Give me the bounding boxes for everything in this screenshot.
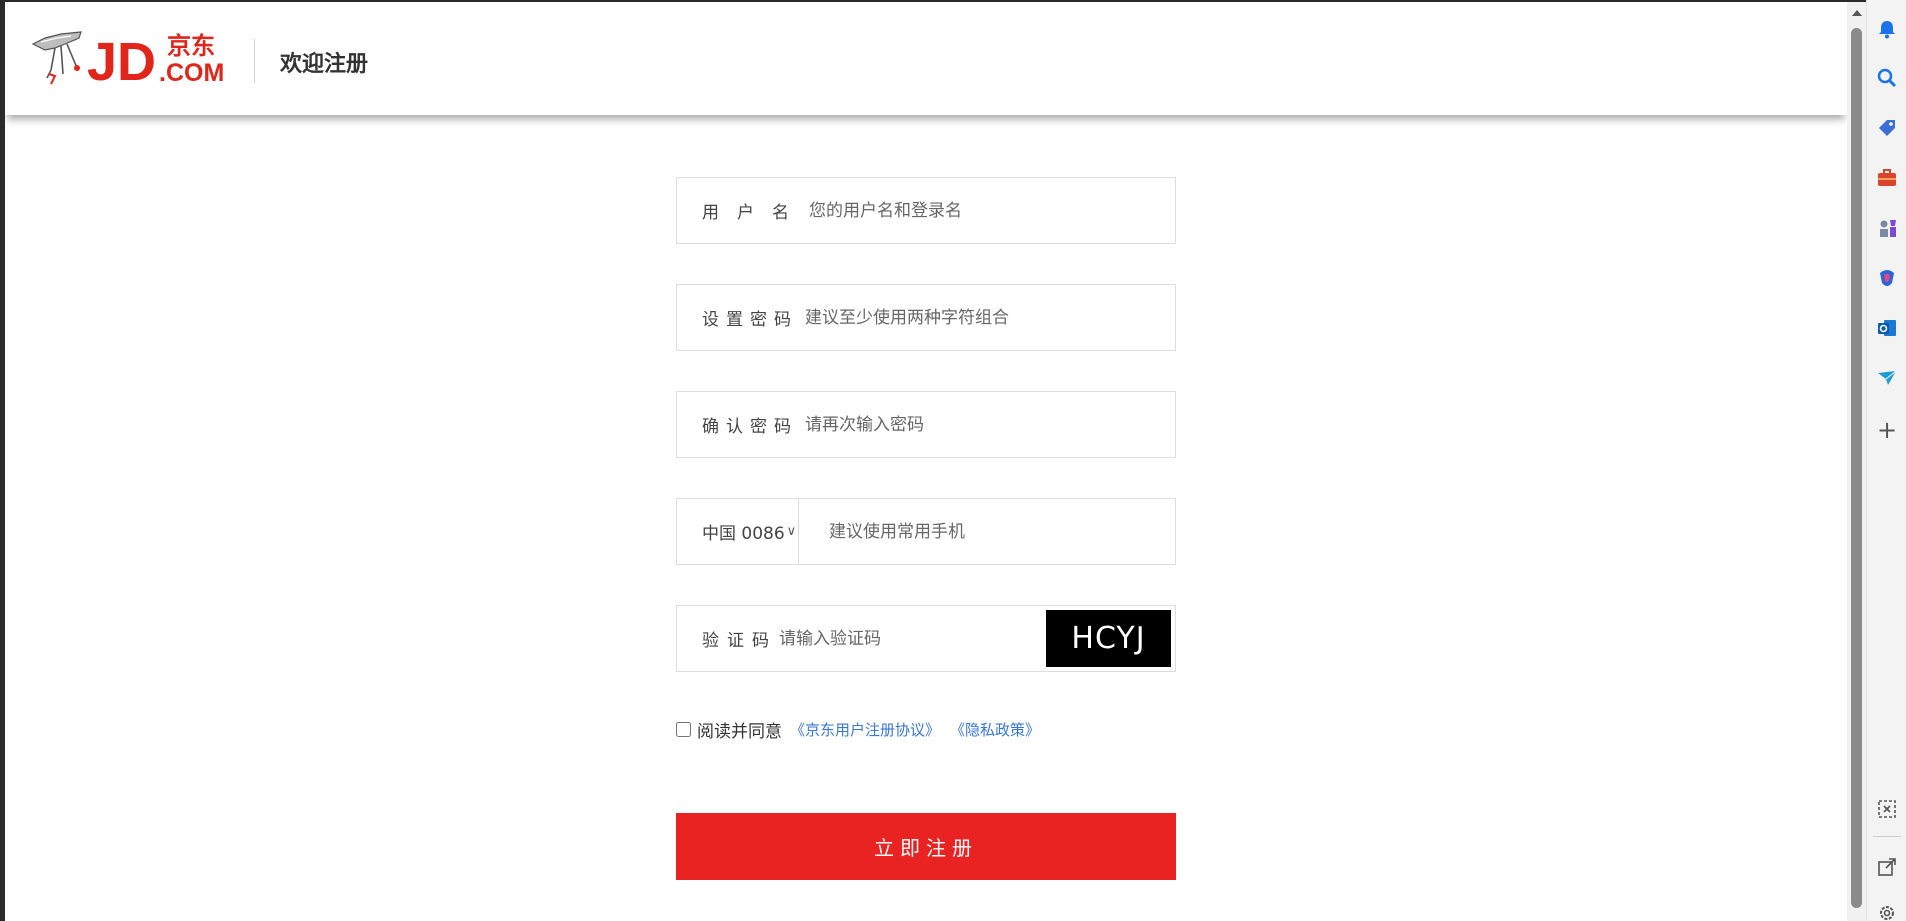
captcha-input[interactable] xyxy=(779,618,999,659)
settings-icon[interactable] xyxy=(1876,902,1898,921)
external-link-icon[interactable] xyxy=(1876,856,1898,878)
confirm-password-input[interactable] xyxy=(805,404,1175,445)
page-title: 欢迎注册 xyxy=(280,52,369,77)
password-field[interactable]: 设置密码 xyxy=(676,284,1176,351)
search-icon[interactable] xyxy=(1876,67,1898,89)
sidebar-separator xyxy=(1873,836,1901,837)
captcha-label: 验证码 xyxy=(702,631,777,651)
privacy-link[interactable]: 《隐私政策》 xyxy=(950,719,1040,740)
logo-cn-text: 京东 xyxy=(167,32,215,60)
captcha-field[interactable]: 验证码 HCYJ xyxy=(676,605,1176,672)
password-label: 设置密码 xyxy=(702,310,798,330)
send-icon[interactable] xyxy=(1876,367,1898,389)
jd-logo-graphic: JD 京东 .COM xyxy=(31,31,224,92)
agree-text: 阅读并同意 xyxy=(697,722,782,742)
screenshot-icon[interactable] xyxy=(1876,798,1898,820)
password-input[interactable] xyxy=(805,297,1175,338)
copilot-icon[interactable] xyxy=(1876,267,1898,289)
terms-link[interactable]: 《京东用户注册协议》 xyxy=(790,719,940,740)
mascot-icon xyxy=(31,31,82,85)
agree-checkbox[interactable] xyxy=(676,722,691,737)
captcha-image[interactable]: HCYJ xyxy=(1046,610,1171,667)
scrollbar[interactable] xyxy=(1847,2,1866,921)
register-button[interactable]: 立即注册 xyxy=(676,813,1176,880)
chevron-down-icon: ∨ xyxy=(786,524,797,539)
browser-sidebar: + xyxy=(1866,0,1906,921)
username-input[interactable] xyxy=(809,190,1175,231)
confirm-password-field[interactable]: 确认密码 xyxy=(676,391,1176,458)
tag-icon[interactable] xyxy=(1876,117,1898,139)
username-field[interactable]: 用户名 xyxy=(676,177,1176,244)
header: JD 京东 .COM 欢迎注册 xyxy=(5,2,1847,115)
username-label: 用户名 xyxy=(702,203,807,223)
page: JD 京东 .COM 欢迎注册 用户名 设置密码 确认密码 中国 0086 ∨ xyxy=(5,2,1847,921)
briefcase-icon[interactable] xyxy=(1876,167,1898,189)
logo-brand-text: JD xyxy=(87,32,156,86)
bell-icon[interactable] xyxy=(1876,18,1898,40)
outlook-icon[interactable] xyxy=(1876,317,1898,339)
confirm-password-label: 确认密码 xyxy=(702,417,798,437)
logo-com-text: .COM xyxy=(159,59,224,86)
phone-field[interactable]: 中国 0086 ∨ xyxy=(676,498,1176,565)
plus-icon[interactable]: + xyxy=(1876,418,1898,442)
agreement-row: 阅读并同意 《京东用户注册协议》 《隐私政策》 xyxy=(676,717,1040,742)
header-divider xyxy=(254,39,255,83)
jd-logo[interactable]: JD 京东 .COM xyxy=(31,28,241,92)
country-code-value: 中国 0086 xyxy=(702,524,785,544)
chess-icon[interactable] xyxy=(1876,217,1898,239)
country-code-select[interactable]: 中国 0086 ∨ xyxy=(677,499,799,564)
scroll-up-icon[interactable] xyxy=(1852,10,1862,16)
scroll-thumb[interactable] xyxy=(1851,28,1862,908)
phone-input[interactable] xyxy=(799,511,1175,552)
